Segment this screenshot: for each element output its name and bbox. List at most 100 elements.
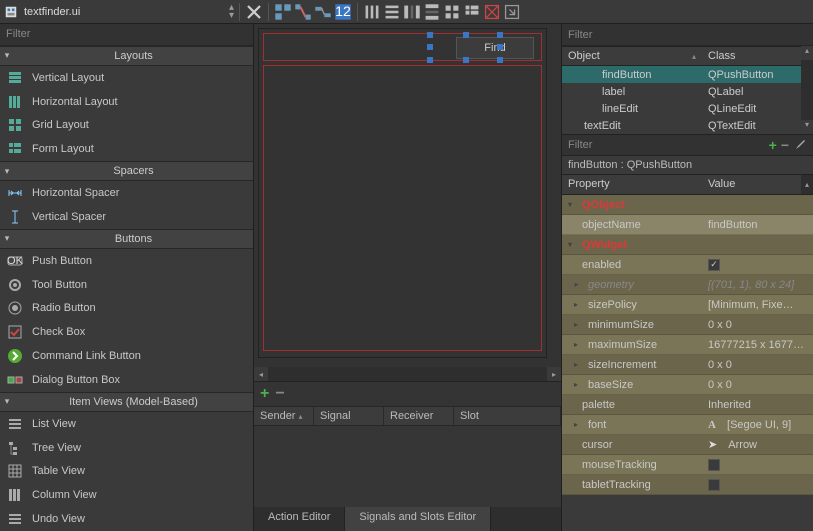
prop-sizePolicy[interactable]: ▸sizePolicy[Minimum, Fixe…: [562, 295, 813, 315]
prop-sizeIncrement[interactable]: ▸sizeIncrement0 x 0: [562, 355, 813, 375]
prop-cursor[interactable]: cursor➤ Arrow: [562, 435, 813, 455]
object-filter-input[interactable]: Filter: [562, 24, 813, 46]
open-file-selector[interactable]: textfinder.ui ▴▾: [24, 4, 234, 20]
prop-group-qwidget[interactable]: ▾QWidget: [562, 235, 813, 255]
signals-body[interactable]: [254, 426, 561, 507]
break-layout-icon[interactable]: [483, 3, 501, 21]
canvas-hscrollbar[interactable]: ◂ ▸: [254, 367, 561, 381]
layout-vsplit-icon[interactable]: [423, 3, 441, 21]
widget-horizontal-layout[interactable]: Horizontal Layout: [0, 90, 253, 114]
prop-baseSize[interactable]: ▸baseSize0 x 0: [562, 375, 813, 395]
category-item-views[interactable]: ▾Item Views (Model-Based): [0, 392, 253, 412]
object-row-lineEdit[interactable]: lineEditQLineEdit: [562, 100, 801, 117]
widget-list-view[interactable]: List View: [0, 412, 253, 436]
layout-grid-icon[interactable]: [443, 3, 461, 21]
col-receiver[interactable]: Receiver: [384, 407, 454, 425]
selection-handle[interactable]: [497, 32, 503, 38]
property-filter-input[interactable]: Filter: [568, 139, 765, 151]
find-button-widget[interactable]: Find: [456, 37, 534, 59]
col-object[interactable]: Object▴: [562, 47, 702, 65]
layout-vertical-icon[interactable]: [383, 3, 401, 21]
col-sender[interactable]: Sender ▴: [254, 407, 314, 425]
prop-group-qobject[interactable]: ▾QObject: [562, 195, 813, 215]
widget-horizontal-spacer[interactable]: Horizontal Spacer: [0, 181, 253, 205]
widget-check-box[interactable]: Check Box: [0, 320, 253, 344]
widget-tool-button[interactable]: Tool Button: [0, 273, 253, 297]
scroll-left-icon[interactable]: ◂: [254, 367, 268, 381]
category-layouts[interactable]: ▾Layouts: [0, 46, 253, 66]
widget-radio-button[interactable]: Radio Button: [0, 296, 253, 320]
prop-mouseTracking[interactable]: mouseTracking: [562, 455, 813, 475]
col-signal[interactable]: Signal: [314, 407, 384, 425]
close-icon[interactable]: [245, 3, 263, 21]
category-spacers[interactable]: ▾Spacers: [0, 161, 253, 181]
item-label: Tree View: [32, 442, 81, 454]
widget-vertical-layout[interactable]: Vertical Layout: [0, 66, 253, 90]
category-buttons[interactable]: ▾Buttons: [0, 229, 253, 249]
top-toolbar: textfinder.ui ▴▾ 12: [0, 0, 813, 24]
col-slot[interactable]: Slot: [454, 407, 561, 425]
add-dynamic-prop-icon[interactable]: +: [769, 137, 777, 153]
expand-icon: ▸: [574, 280, 584, 289]
layout-horizontal-icon[interactable]: [363, 3, 381, 21]
list-view-icon: [6, 415, 24, 433]
prop-geometry[interactable]: ▸geometry[(701, 1), 80 x 24]: [562, 275, 813, 295]
remove-dynamic-prop-icon[interactable]: −: [781, 137, 789, 153]
prop-maximumSize[interactable]: ▸maximumSize16777215 x 1677…: [562, 335, 813, 355]
selection-handle[interactable]: [463, 32, 469, 38]
checkbox-unchecked-icon[interactable]: [708, 459, 720, 471]
selection-handle[interactable]: [427, 57, 433, 63]
layout-hsplit-icon[interactable]: [403, 3, 421, 21]
bottom-tabs: Action Editor Signals and Slots Editor: [254, 507, 561, 531]
widget-dialog-button-box[interactable]: Dialog Button Box: [0, 368, 253, 392]
widget-filter-input[interactable]: Filter: [0, 24, 253, 46]
remove-connection-icon[interactable]: −: [275, 385, 284, 403]
category-label: Item Views (Model-Based): [14, 396, 253, 408]
prop-objectName[interactable]: objectNamefindButton: [562, 215, 813, 235]
widget-undo-view[interactable]: Undo View: [0, 507, 253, 531]
edit-widgets-icon[interactable]: [274, 3, 292, 21]
widget-table-view[interactable]: Table View: [0, 460, 253, 484]
widget-column-view[interactable]: Column View: [0, 483, 253, 507]
prop-enabled[interactable]: enabled✓: [562, 255, 813, 275]
checkbox-checked-icon[interactable]: ✓: [708, 259, 720, 271]
edit-signals-icon[interactable]: [294, 3, 312, 21]
design-canvas[interactable]: Find ◂ ▸: [254, 24, 561, 381]
edit-tab-order-icon[interactable]: 12: [334, 3, 352, 21]
scroll-track[interactable]: [268, 367, 547, 381]
widget-push-button[interactable]: OKPush Button: [0, 249, 253, 273]
widget-tree-view[interactable]: Tree View: [0, 436, 253, 460]
col-property[interactable]: Property: [562, 175, 702, 194]
prop-minimumSize[interactable]: ▸minimumSize0 x 0: [562, 315, 813, 335]
selection-handle[interactable]: [463, 57, 469, 63]
settings-icon[interactable]: [793, 137, 807, 154]
layout-form-icon[interactable]: [463, 3, 481, 21]
object-vscrollbar[interactable]: ▴▾: [801, 46, 813, 134]
object-row-findButton[interactable]: findButtonQPushButton: [562, 66, 801, 83]
selection-handle[interactable]: [427, 44, 433, 50]
property-table[interactable]: ▾QObject objectNamefindButton ▾QWidget e…: [562, 195, 813, 531]
prop-tabletTracking[interactable]: tabletTracking: [562, 475, 813, 495]
prop-palette[interactable]: paletteInherited: [562, 395, 813, 415]
selection-handle[interactable]: [427, 32, 433, 38]
add-connection-icon[interactable]: +: [260, 385, 269, 403]
widget-command-link-button[interactable]: Command Link Button: [0, 344, 253, 368]
edit-buddies-icon[interactable]: [314, 3, 332, 21]
object-row-label[interactable]: labelQLabel: [562, 83, 801, 100]
col-class[interactable]: Class: [702, 47, 801, 65]
object-row-textEdit[interactable]: textEditQTextEdit: [562, 117, 801, 134]
scroll-right-icon[interactable]: ▸: [547, 367, 561, 381]
tab-action-editor[interactable]: Action Editor: [254, 507, 345, 531]
prop-scroll-up-icon[interactable]: ▴: [801, 175, 813, 194]
widget-form-layout[interactable]: Form Layout: [0, 137, 253, 161]
tab-signals-slots[interactable]: Signals and Slots Editor: [345, 507, 491, 531]
adjust-size-icon[interactable]: [503, 3, 521, 21]
selection-handle[interactable]: [497, 44, 503, 50]
checkbox-unchecked-icon[interactable]: [708, 479, 720, 491]
widget-vertical-spacer[interactable]: Vertical Spacer: [0, 205, 253, 229]
col-value[interactable]: Value: [702, 175, 801, 194]
form-root[interactable]: Find: [258, 28, 547, 358]
prop-font[interactable]: ▸fontA [Segoe UI, 9]: [562, 415, 813, 435]
selection-handle[interactable]: [497, 57, 503, 63]
widget-grid-layout[interactable]: Grid Layout: [0, 114, 253, 138]
